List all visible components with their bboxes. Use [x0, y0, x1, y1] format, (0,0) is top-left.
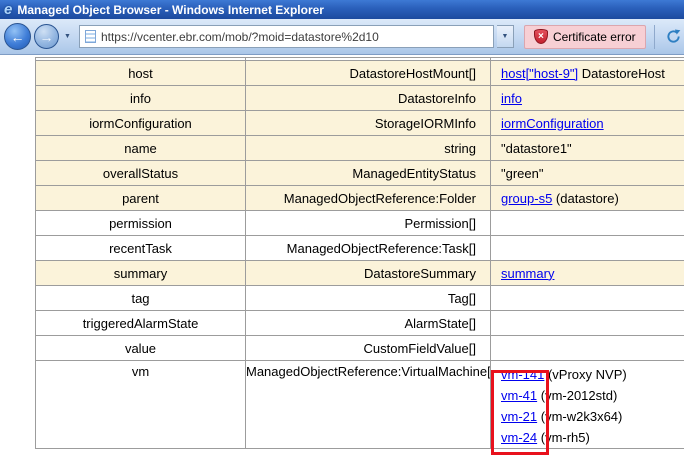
table-row: info DatastoreInfo info [36, 86, 684, 111]
property-name: value [36, 336, 246, 361]
value-link-host[interactable]: host["host-9"] [501, 66, 578, 81]
property-value: host["host-9"] DatastoreHost [491, 61, 684, 86]
value-text: DatastoreHost [578, 66, 665, 81]
property-name: parent [36, 186, 246, 211]
property-type: ManagedObjectReference:Folder [246, 186, 491, 211]
value-text: (datastore) [552, 191, 618, 206]
back-button[interactable]: ← [4, 23, 31, 50]
property-name: recentTask [36, 236, 246, 261]
value-link-vm-41[interactable]: vm-41 [501, 388, 537, 403]
property-value: iormConfiguration [491, 111, 684, 136]
property-value: vm-141 (vProxy NVP) vm-41 (vm-2012std) v… [491, 361, 684, 449]
window-titlebar: e Managed Object Browser - Windows Inter… [0, 0, 684, 19]
forward-button[interactable]: → [34, 24, 59, 49]
refresh-icon [666, 29, 681, 44]
property-value: "green" [491, 161, 684, 186]
property-name: iormConfiguration [36, 111, 246, 136]
table-row: permission Permission[] [36, 211, 684, 236]
value-text: "datastore1" [501, 141, 572, 156]
address-dropdown-button[interactable]: ▼ [497, 25, 514, 48]
browser-toolbar: ← → ▼ https://vcenter.ebr.com/mob/?moid=… [0, 19, 684, 55]
property-type: Tag[] [246, 286, 491, 311]
property-value [491, 236, 684, 261]
property-type: DatastoreInfo [246, 86, 491, 111]
property-name: tag [36, 286, 246, 311]
table-row: iormConfiguration StorageIORMInfo iormCo… [36, 111, 684, 136]
property-name: triggeredAlarmState [36, 311, 246, 336]
property-type: ManagedObjectReference:Task[] [246, 236, 491, 261]
table-row: name string "datastore1" [36, 136, 684, 161]
property-value: info [491, 86, 684, 111]
certificate-error-label: Certificate error [553, 30, 636, 44]
chevron-down-icon: ▼ [501, 33, 508, 40]
table-row: summary DatastoreSummary summary [36, 261, 684, 286]
vm-entry: vm-24 (vm-rh5) [501, 427, 684, 448]
table-row: overallStatus ManagedEntityStatus "green… [36, 161, 684, 186]
table-row: parent ManagedObjectReference:Folder gro… [36, 186, 684, 211]
property-name: name [36, 136, 246, 161]
property-value [491, 211, 684, 236]
url-text[interactable]: https://vcenter.ebr.com/mob/?moid=datast… [101, 30, 379, 44]
certificate-error-button[interactable]: × Certificate error [524, 25, 646, 49]
property-value: group-s5 (datastore) [491, 186, 684, 211]
property-type: StorageIORMInfo [246, 111, 491, 136]
page-icon [85, 30, 96, 43]
value-text: (vm-rh5) [537, 430, 590, 445]
property-name: permission [36, 211, 246, 236]
value-text: "green" [501, 166, 543, 181]
property-name: info [36, 86, 246, 111]
back-arrow-icon: ← [11, 29, 25, 45]
security-shield-icon: × [534, 29, 548, 44]
property-name: vm [36, 361, 246, 449]
toolbar-separator [654, 25, 655, 49]
property-value [491, 286, 684, 311]
properties-table: host DatastoreHostMount[] host["host-9"]… [35, 57, 684, 449]
table-row: tag Tag[] [36, 286, 684, 311]
value-link-info[interactable]: info [501, 91, 522, 106]
value-link-vm-24[interactable]: vm-24 [501, 430, 537, 445]
value-link-summary[interactable]: summary [501, 266, 554, 281]
vm-entry: vm-41 (vm-2012std) [501, 385, 684, 406]
value-link-vm-21[interactable]: vm-21 [501, 409, 537, 424]
value-text: (vProxy NVP) [544, 367, 626, 382]
value-link-parent[interactable]: group-s5 [501, 191, 552, 206]
property-value [491, 336, 684, 361]
value-text: (vm-w2k3x64) [537, 409, 622, 424]
property-name: overallStatus [36, 161, 246, 186]
vm-entry: vm-21 (vm-w2k3x64) [501, 406, 684, 427]
property-type: Permission[] [246, 211, 491, 236]
page-content: host DatastoreHostMount[] host["host-9"]… [0, 56, 684, 457]
property-name: host [36, 61, 246, 86]
table-row: triggeredAlarmState AlarmState[] [36, 311, 684, 336]
property-type: string [246, 136, 491, 161]
value-text: (vm-2012std) [537, 388, 617, 403]
table-row-vm: vm ManagedObjectReference:VirtualMachine… [36, 361, 684, 449]
history-dropdown-button[interactable]: ▼ [62, 33, 73, 40]
window-title: Managed Object Browser - Windows Interne… [17, 3, 324, 17]
property-type: ManagedEntityStatus [246, 161, 491, 186]
refresh-button[interactable] [663, 25, 684, 49]
property-type: CustomFieldValue[] [246, 336, 491, 361]
value-link-vm-141[interactable]: vm-141 [501, 367, 544, 382]
table-row: host DatastoreHostMount[] host["host-9"]… [36, 61, 684, 86]
forward-arrow-icon: → [40, 29, 54, 45]
property-value: "datastore1" [491, 136, 684, 161]
property-value [491, 311, 684, 336]
property-type: ManagedObjectReference:VirtualMachine[] [246, 361, 491, 449]
table-row: recentTask ManagedObjectReference:Task[] [36, 236, 684, 261]
property-type: DatastoreHostMount[] [246, 61, 491, 86]
property-name: summary [36, 261, 246, 286]
shield-x-glyph: × [538, 32, 544, 42]
address-bar[interactable]: https://vcenter.ebr.com/mob/?moid=datast… [79, 25, 494, 48]
property-value: summary [491, 261, 684, 286]
table-row: value CustomFieldValue[] [36, 336, 684, 361]
value-link-iormconfiguration[interactable]: iormConfiguration [501, 116, 604, 131]
property-type: AlarmState[] [246, 311, 491, 336]
vm-entry: vm-141 (vProxy NVP) [501, 364, 684, 385]
property-type: DatastoreSummary [246, 261, 491, 286]
ie-logo-icon: e [4, 1, 12, 18]
